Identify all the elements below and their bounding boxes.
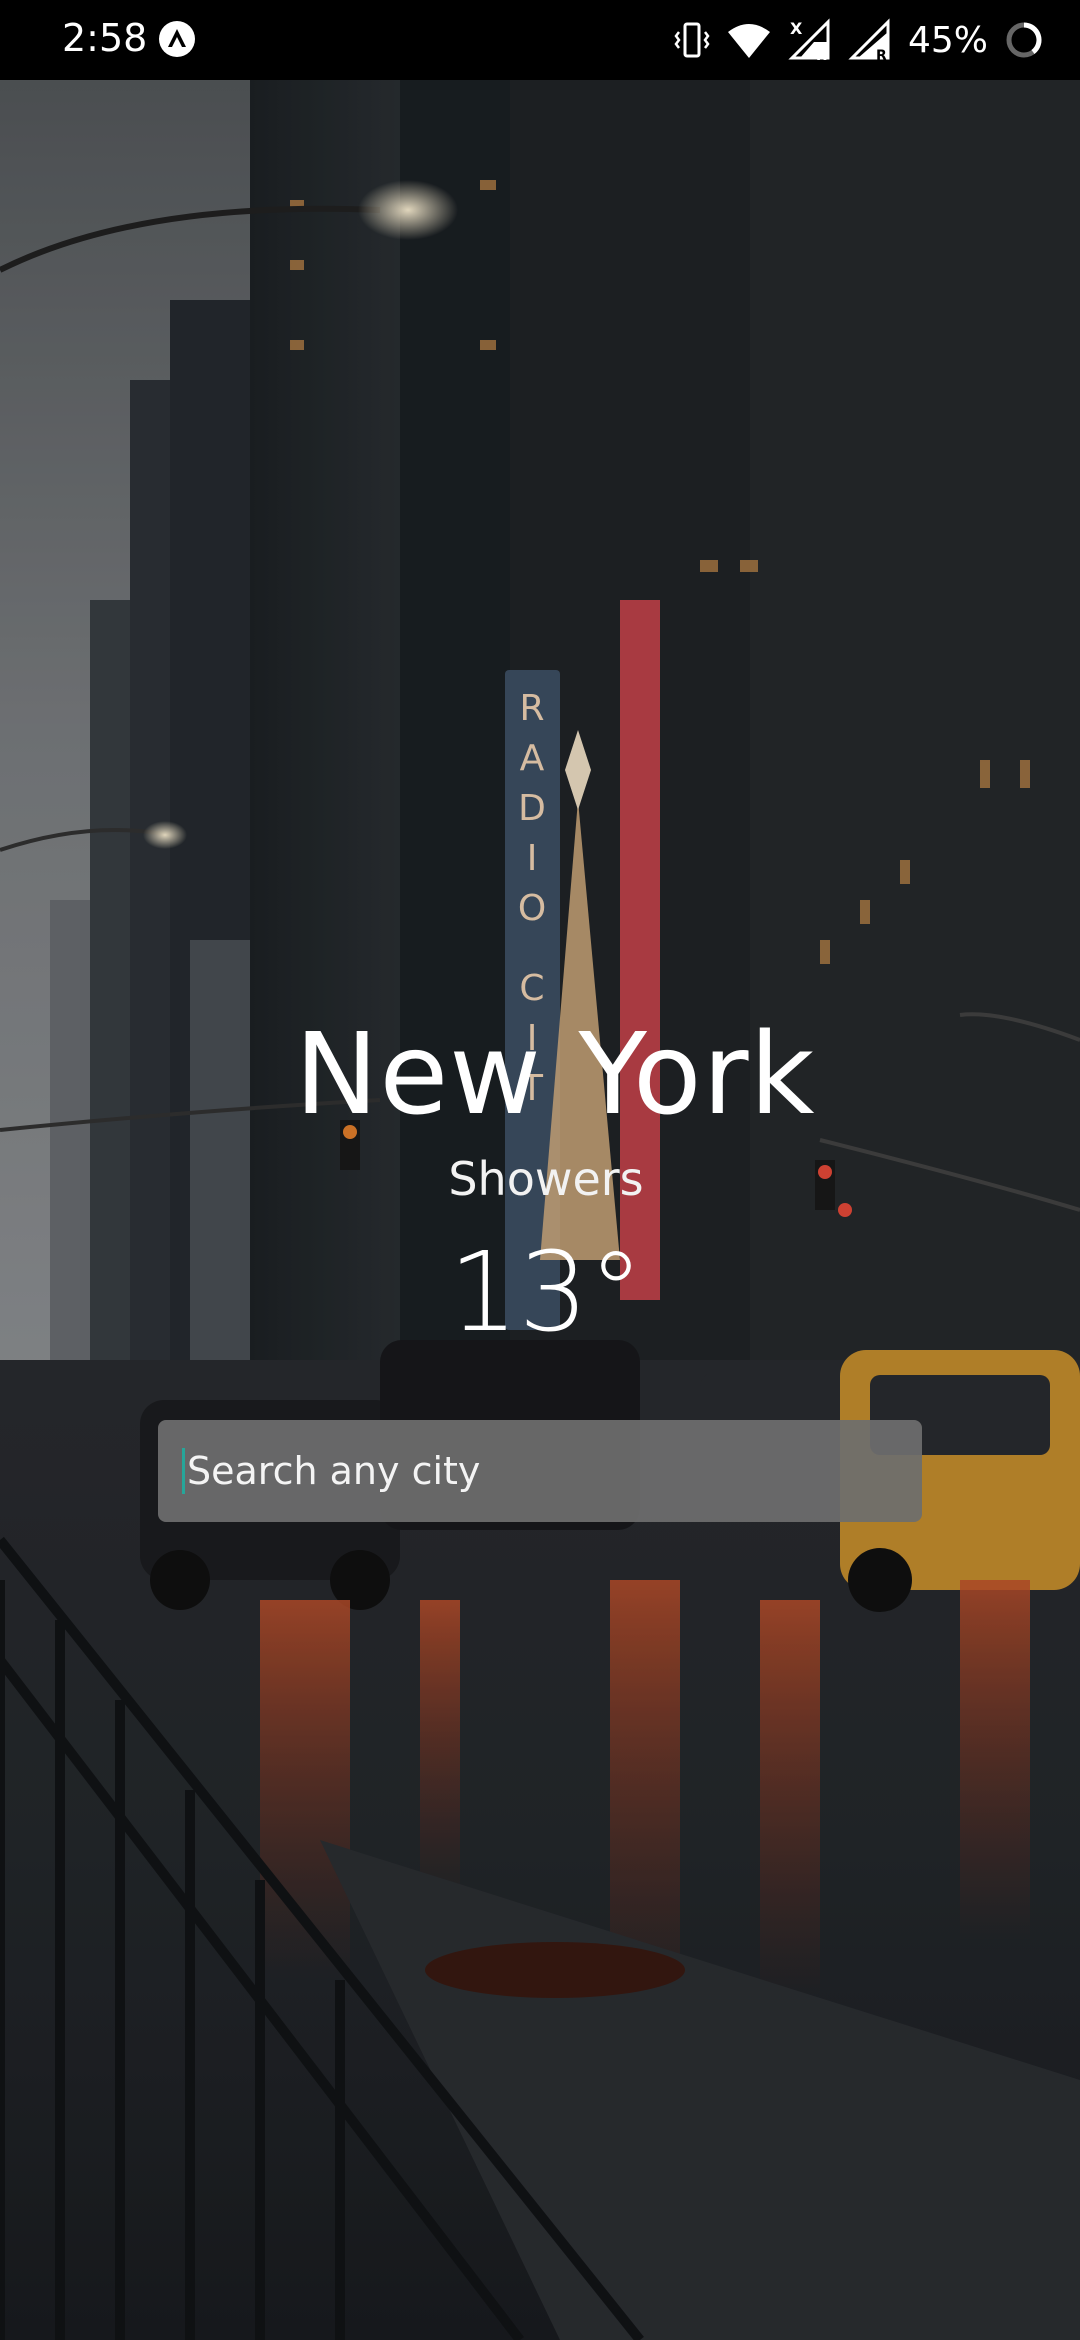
svg-text:R: R [816, 48, 827, 62]
temperature: 13° [448, 1228, 644, 1356]
expo-app-icon [159, 21, 195, 57]
search-box[interactable] [158, 1420, 922, 1522]
city-background-image: R A D I O C I T [0, 80, 1080, 2340]
status-time: 2:58 [62, 16, 148, 60]
city-name: New York [294, 1010, 816, 1140]
battery-ring-icon [1006, 22, 1042, 58]
search-input[interactable] [187, 1449, 887, 1493]
signal-x-icon: X R [788, 18, 830, 62]
status-icons: X R R 45% [674, 14, 1044, 66]
text-cursor [182, 1448, 185, 1494]
status-bar: 2:58 X R R 45% [0, 0, 1080, 80]
weather-condition: Showers [448, 1152, 644, 1206]
wifi-icon [727, 24, 770, 58]
svg-text:X: X [790, 19, 803, 38]
app-screen: 2:58 X R R 45% R A D I O C I T New York … [0, 0, 1080, 2340]
signal-r-icon: R [848, 18, 890, 62]
svg-text:R: R [876, 48, 887, 62]
vibrate-icon [674, 22, 710, 58]
battery-percent: 45% [907, 19, 988, 61]
